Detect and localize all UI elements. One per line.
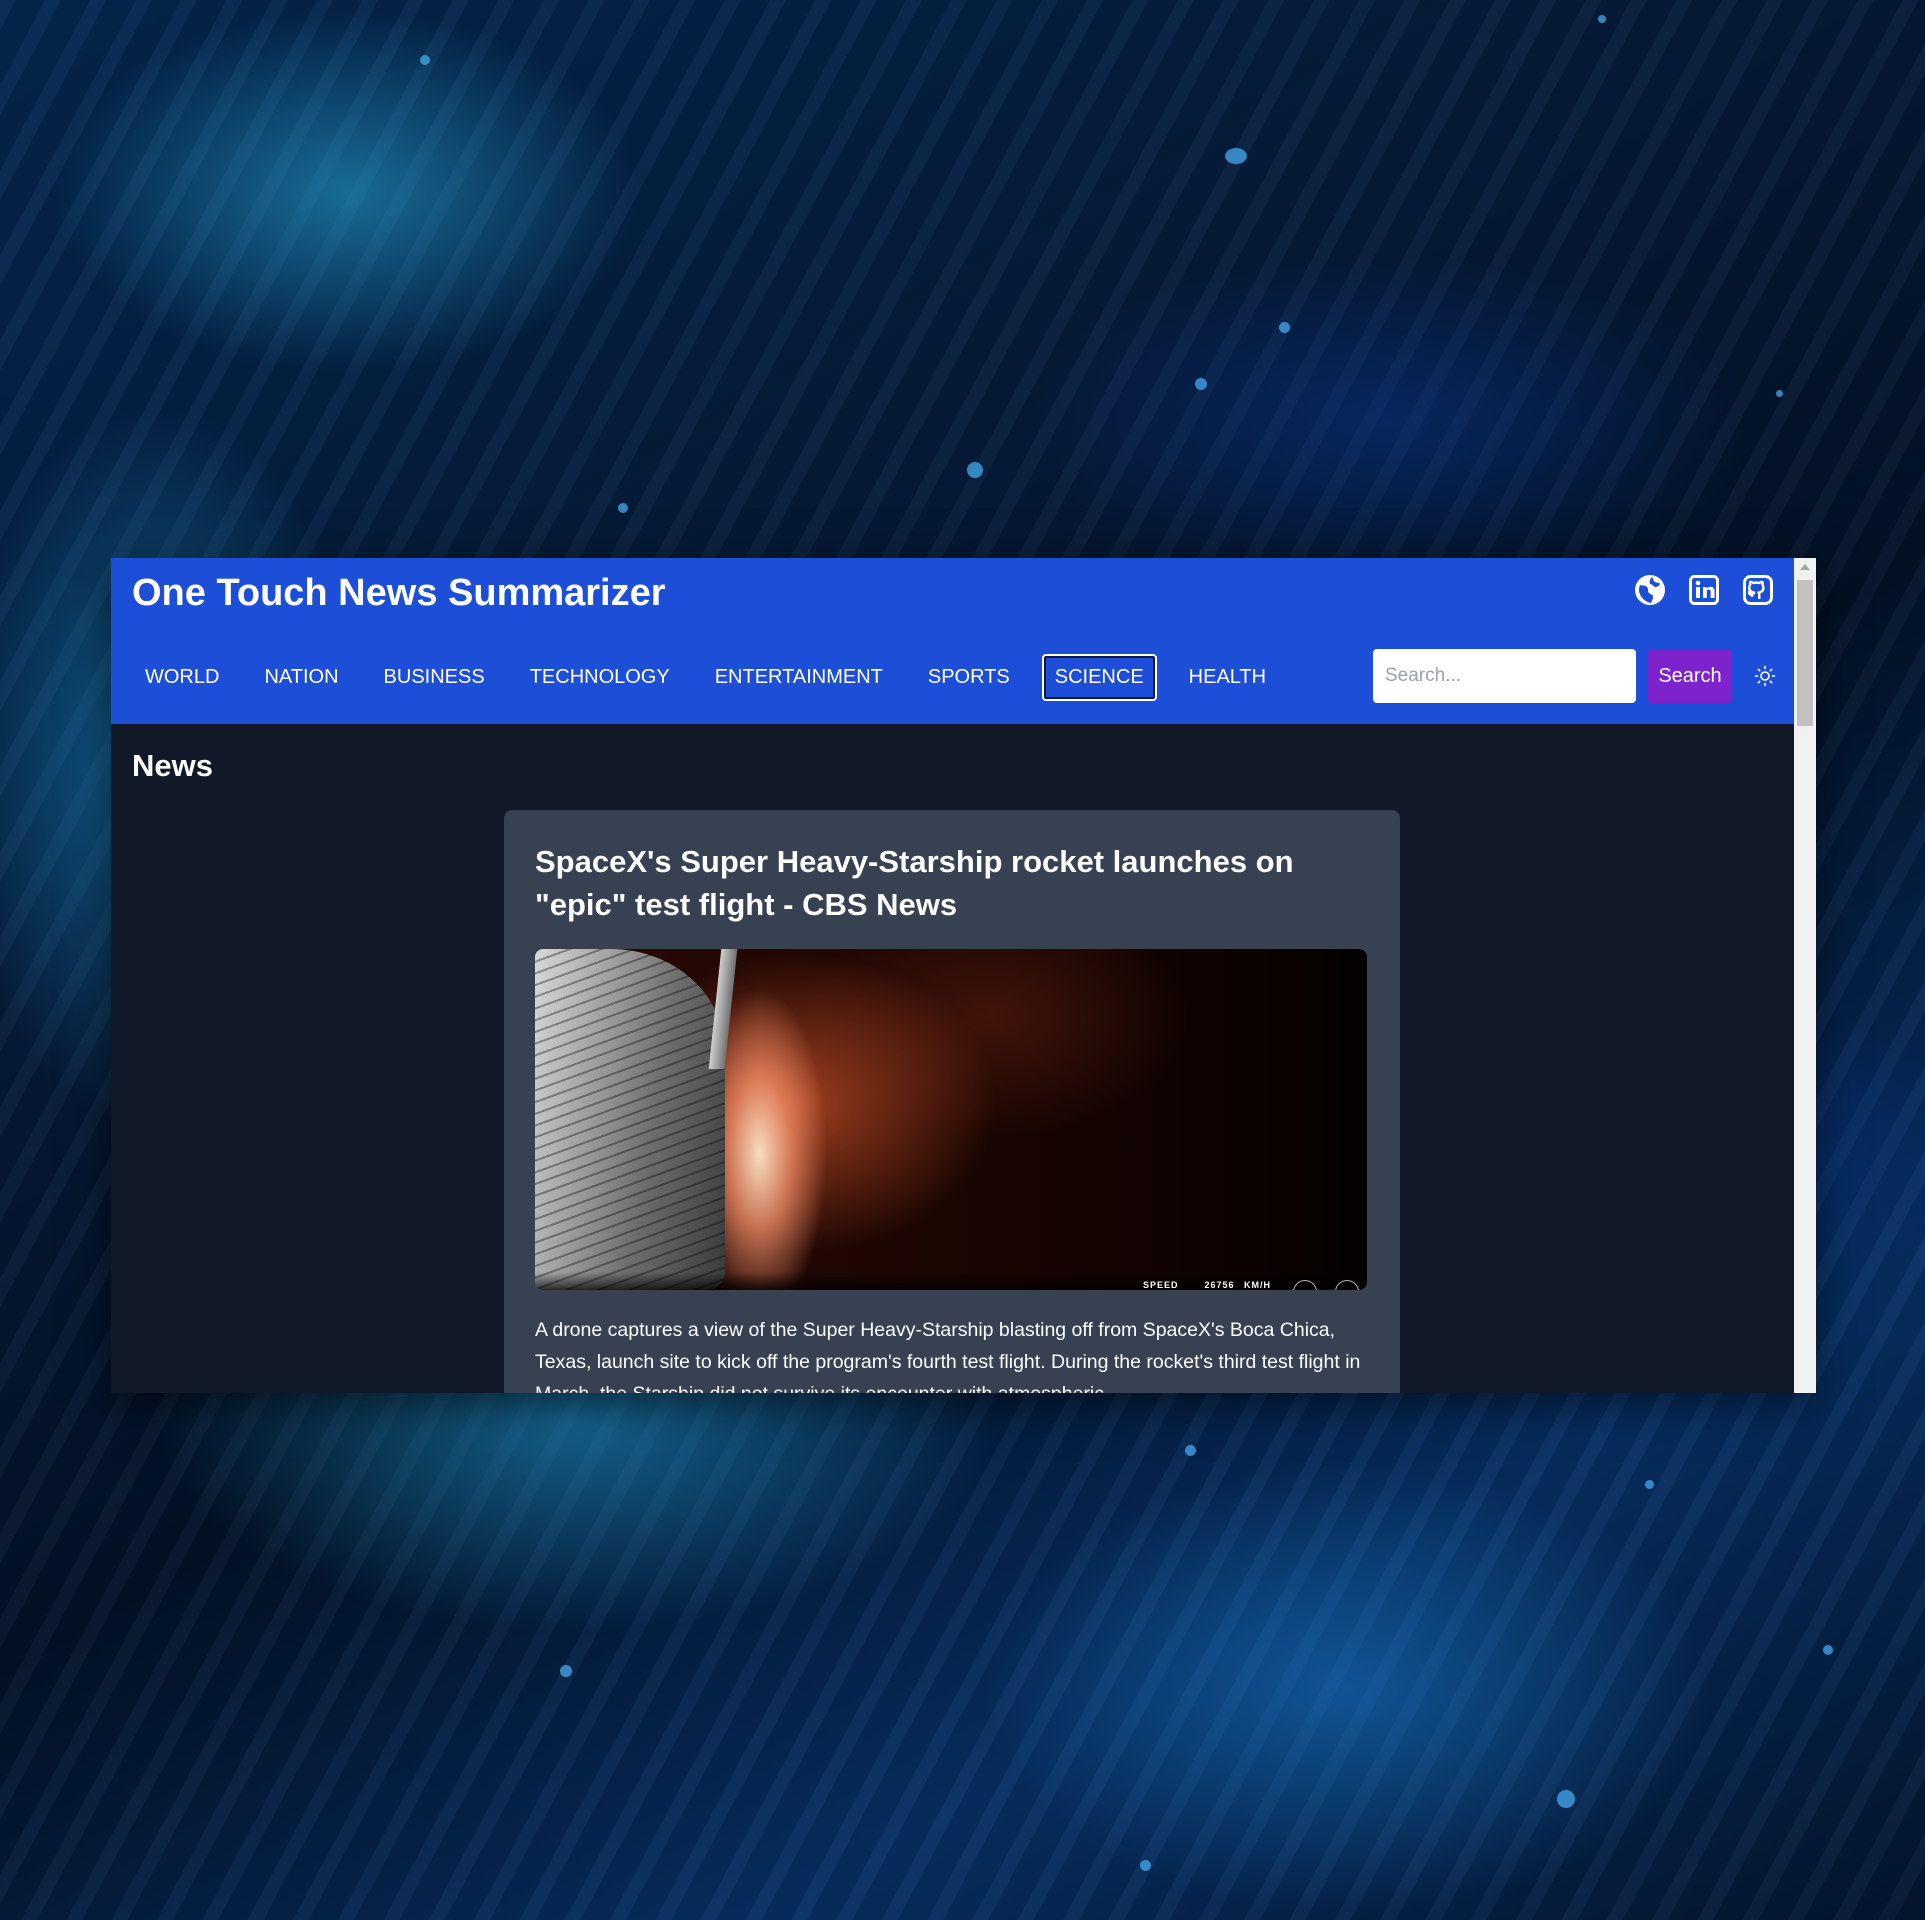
search-button[interactable]: Search bbox=[1648, 649, 1732, 703]
background-bubble bbox=[1185, 1445, 1196, 1456]
nav-item-sports[interactable]: SPORTS bbox=[915, 654, 1023, 701]
linkedin-icon[interactable] bbox=[1688, 574, 1720, 606]
nav-item-health[interactable]: HEALTH bbox=[1176, 654, 1279, 701]
search-input[interactable] bbox=[1373, 649, 1636, 703]
search-area: Search bbox=[1373, 649, 1776, 703]
telemetry-label: SPEED bbox=[1142, 1280, 1179, 1290]
nav-item-nation[interactable]: NATION bbox=[251, 654, 351, 701]
background-bubble bbox=[967, 462, 983, 478]
sun-icon[interactable] bbox=[1754, 665, 1776, 687]
nav-item-science[interactable]: SCIENCE bbox=[1041, 654, 1157, 701]
scrollbar[interactable] bbox=[1794, 558, 1816, 1393]
news-card[interactable]: SpaceX's Super Heavy-Starship rocket lau… bbox=[504, 810, 1400, 1393]
background-bubble bbox=[1225, 148, 1247, 164]
article-image: SPEED 26756 KM/H bbox=[535, 949, 1367, 1290]
background-bubble bbox=[1645, 1480, 1654, 1489]
background-bubble bbox=[1140, 1860, 1151, 1871]
background-bubble bbox=[618, 503, 628, 513]
background-bubble bbox=[1598, 15, 1606, 23]
background-bubble bbox=[1279, 322, 1290, 333]
category-nav: WORLD NATION BUSINESS TECHNOLOGY ENTERTA… bbox=[132, 654, 1279, 701]
app-window: One Touch News Summarizer WORLD NATION B… bbox=[111, 558, 1816, 1393]
scroll-thumb[interactable] bbox=[1797, 580, 1813, 726]
globe-icon[interactable] bbox=[1634, 574, 1666, 606]
background-bubble bbox=[1776, 390, 1783, 397]
header: One Touch News Summarizer WORLD NATION B… bbox=[111, 558, 1794, 724]
nav-item-world[interactable]: WORLD bbox=[132, 654, 232, 701]
nav-item-technology[interactable]: TECHNOLOGY bbox=[517, 654, 683, 701]
rocket-body bbox=[535, 949, 725, 1290]
social-links bbox=[1634, 574, 1774, 606]
app-title: One Touch News Summarizer bbox=[132, 572, 666, 614]
github-icon[interactable] bbox=[1742, 574, 1774, 606]
background-bubble bbox=[560, 1665, 572, 1677]
article-description: A drone captures a view of the Super Hea… bbox=[535, 1319, 1361, 1393]
nav-item-business[interactable]: BUSINESS bbox=[371, 654, 498, 701]
telemetry-value: 26756 bbox=[1204, 1280, 1235, 1290]
telemetry-unit: KM/H bbox=[1244, 1280, 1271, 1290]
background-bubble bbox=[1823, 1645, 1833, 1655]
nav-item-entertainment[interactable]: ENTERTAINMENT bbox=[702, 654, 896, 701]
telemetry-readout: SPEED 26756 KM/H bbox=[1143, 1280, 1271, 1290]
background-bubble bbox=[1195, 378, 1207, 390]
scroll-up-arrow-icon[interactable] bbox=[1800, 564, 1810, 570]
background-bubble bbox=[1557, 1790, 1575, 1808]
section-title: News bbox=[132, 748, 213, 783]
background-bubble bbox=[420, 55, 430, 65]
article-title[interactable]: SpaceX's Super Heavy-Starship rocket lau… bbox=[535, 840, 1375, 926]
